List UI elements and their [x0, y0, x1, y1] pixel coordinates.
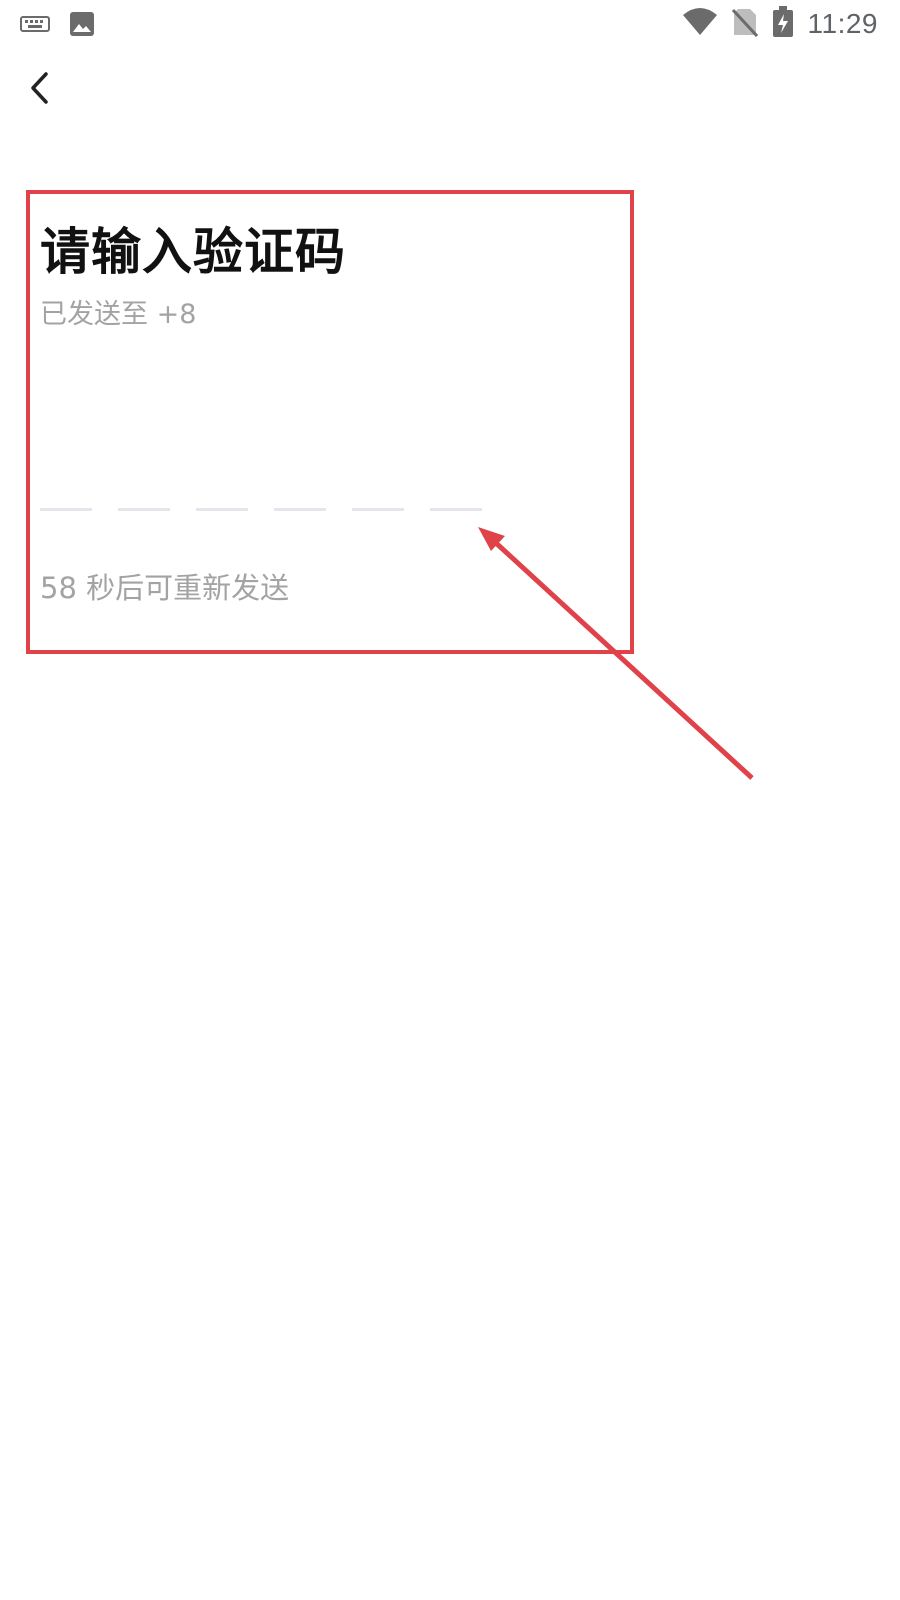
verification-code-input[interactable] [40, 480, 482, 511]
back-button[interactable] [20, 68, 60, 112]
code-slot-3[interactable] [196, 480, 248, 511]
chevron-left-icon [28, 70, 52, 110]
status-bar: 11:29 [0, 0, 900, 48]
code-slot-6[interactable] [430, 480, 482, 511]
keyboard-icon [20, 15, 50, 37]
code-slot-5[interactable] [352, 480, 404, 511]
sent-to-text: 已发送至 +8 [40, 299, 197, 330]
code-slot-4[interactable] [274, 480, 326, 511]
verification-screen: 11:29 请输入验证码 已发送至 +8 58 秒后可重新发送 [0, 0, 900, 1600]
no-sim-icon [731, 7, 758, 41]
code-slot-2[interactable] [118, 480, 170, 511]
image-icon [68, 10, 96, 42]
status-time: 11:29 [807, 8, 878, 39]
battery-charging-icon [772, 6, 794, 42]
page-title: 请输入验证码 [40, 223, 346, 281]
wifi-icon [682, 7, 718, 41]
resend-countdown: 58 秒后可重新发送 [40, 571, 290, 605]
code-slot-1[interactable] [40, 480, 92, 511]
